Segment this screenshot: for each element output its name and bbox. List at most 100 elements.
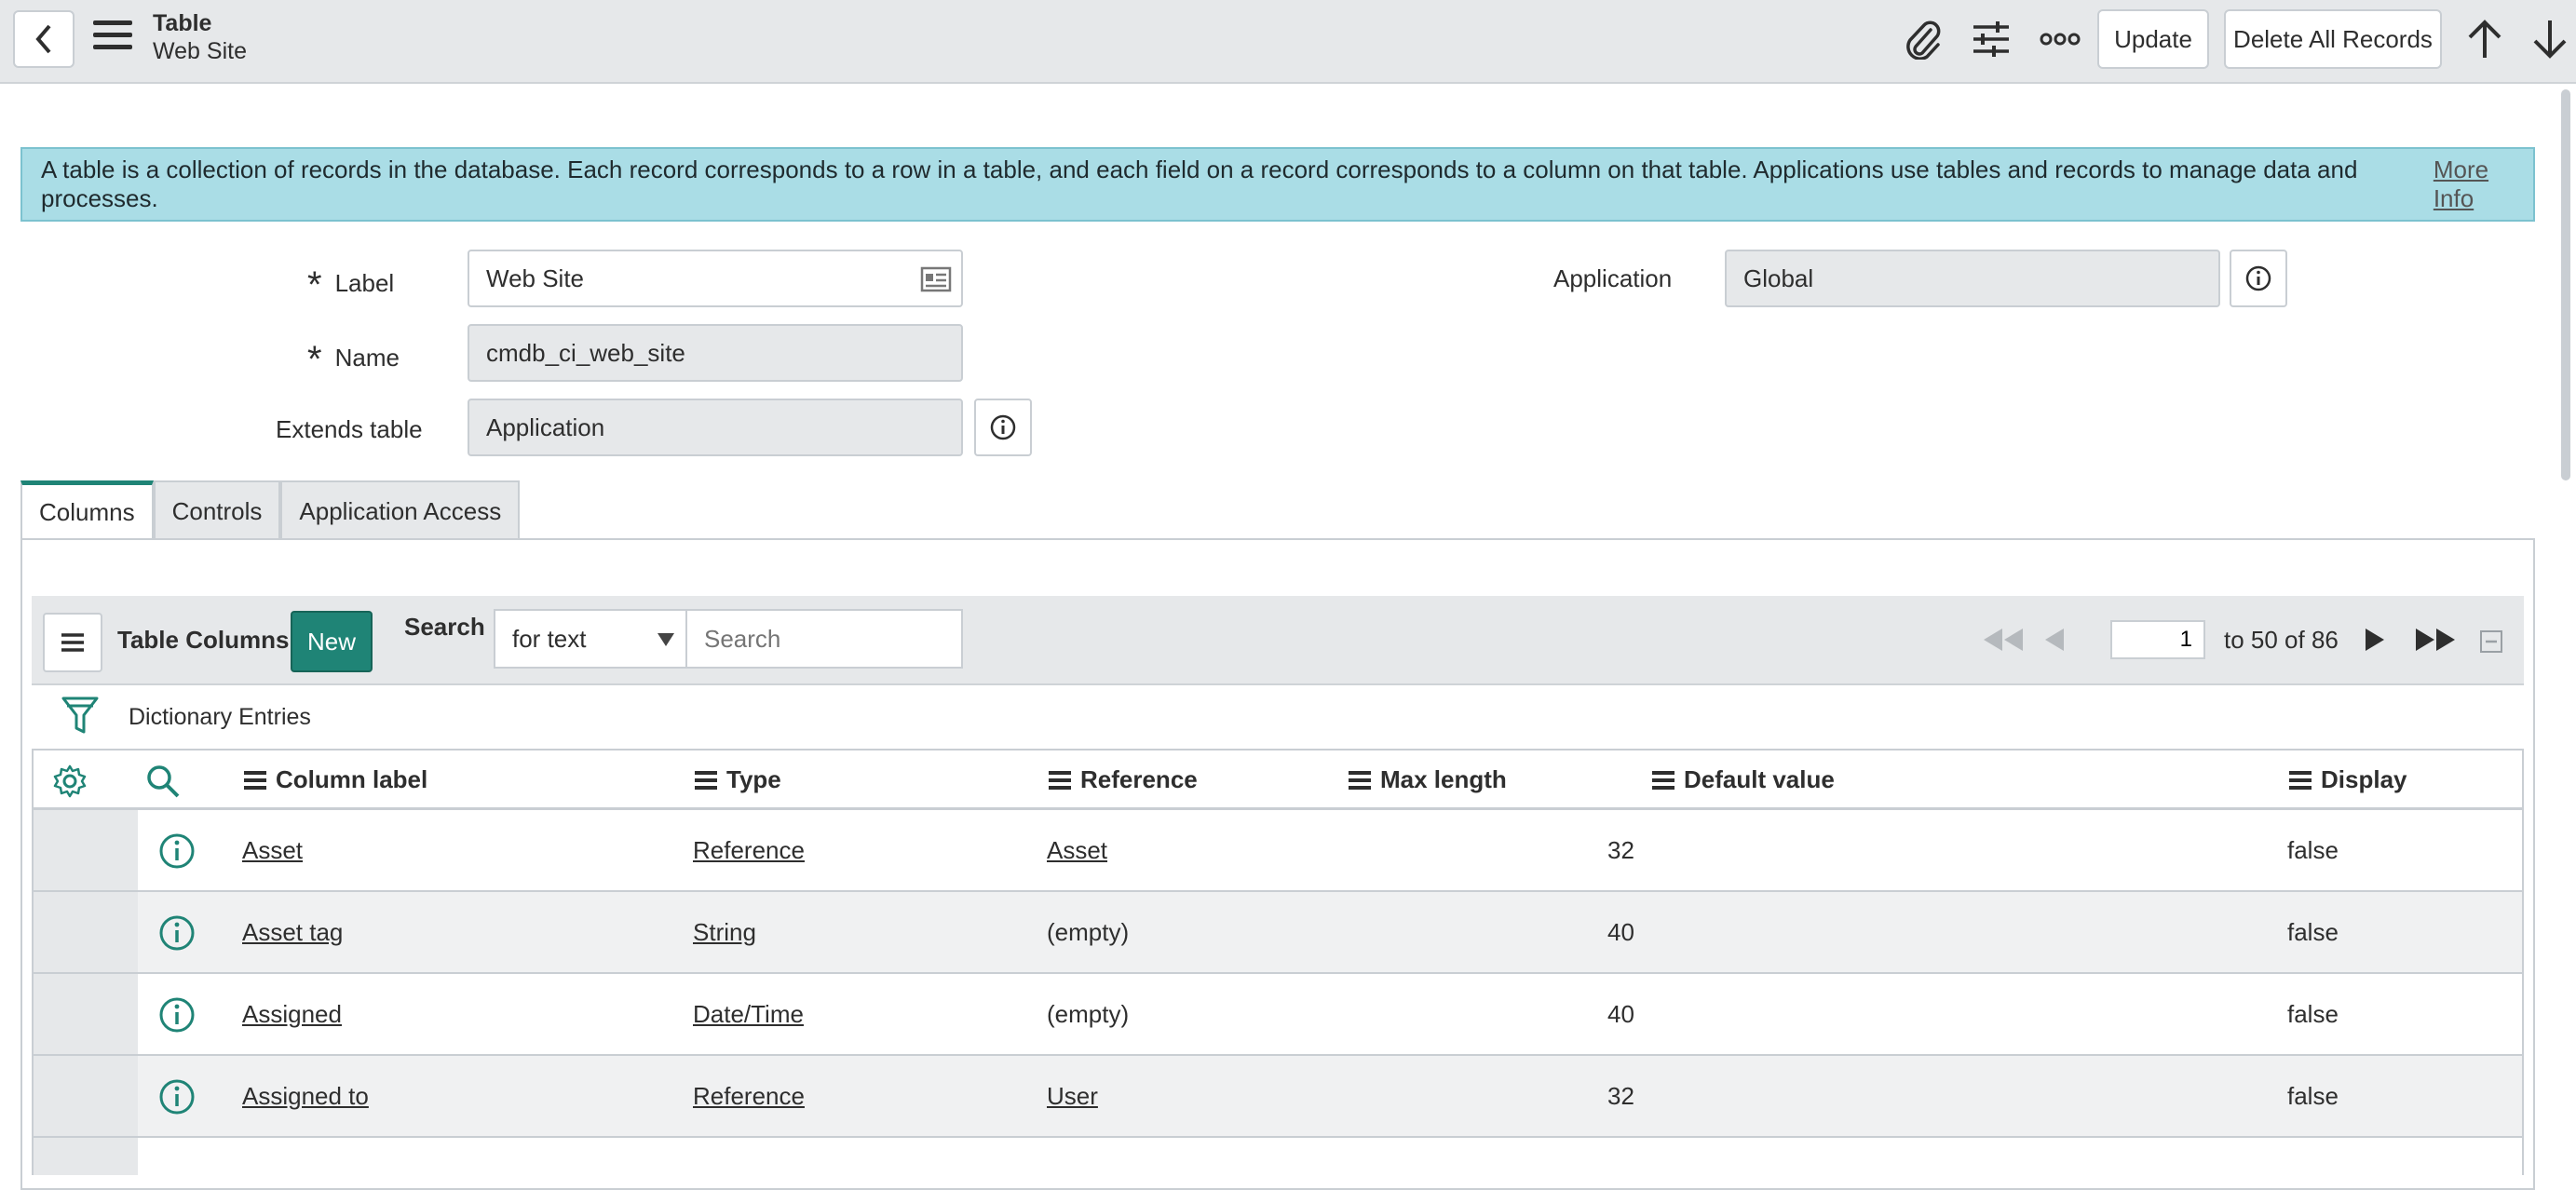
list-title: Table Columns	[117, 626, 290, 654]
search-input[interactable]	[685, 609, 963, 669]
extends-table-info-button[interactable]	[974, 399, 1032, 456]
collapse-icon[interactable]	[2479, 629, 2503, 654]
search-field-select[interactable]: for text	[494, 609, 687, 669]
display-cell: false	[2287, 918, 2339, 946]
column-header-reference[interactable]: Reference	[1049, 765, 1198, 794]
last-page-icon[interactable]	[2412, 626, 2459, 654]
type-link[interactable]: Date/Time	[693, 1000, 804, 1029]
more-info-link[interactable]: More Info	[2434, 156, 2533, 213]
column-label-link[interactable]: Assigned	[242, 1000, 342, 1029]
column-menu-icon	[1049, 767, 1071, 793]
page-scrollbar[interactable]	[2561, 89, 2570, 480]
gear-icon[interactable]	[52, 764, 88, 799]
max-length-cell: 32	[1607, 836, 1634, 864]
list-header: Column label Type Reference Max length D…	[32, 749, 2524, 810]
next-page-icon[interactable]	[2362, 626, 2386, 654]
tab-columns[interactable]: Columns	[20, 480, 154, 540]
breadcrumb-item[interactable]: Dictionary Entries	[129, 704, 311, 731]
table-row[interactable]: Asset Reference Asset 32 false	[32, 810, 2524, 892]
translate-icon[interactable]	[920, 266, 952, 292]
application-label: Application	[1553, 264, 1673, 292]
tab-controls[interactable]: Controls	[153, 480, 281, 540]
max-length-cell: 40	[1607, 918, 1634, 946]
table-row[interactable]	[32, 1138, 2524, 1175]
label-field-label: * Label	[307, 264, 395, 305]
table-row[interactable]: Asset tag String (empty) 40 false	[32, 892, 2524, 974]
type-link[interactable]: Reference	[693, 836, 805, 865]
row-select-cell[interactable]	[34, 974, 138, 1054]
column-header-default-value[interactable]: Default value	[1652, 765, 1835, 794]
table-row[interactable]: Assigned Date/Time (empty) 40 false	[32, 974, 2524, 1056]
list-menu-button[interactable]	[43, 613, 102, 672]
name-field-label: * Name	[307, 339, 400, 380]
reference-cell: (empty)	[1047, 1000, 1130, 1028]
row-select-cell[interactable]	[34, 892, 138, 972]
new-button[interactable]: New	[291, 611, 373, 672]
type-link[interactable]: Reference	[693, 1082, 805, 1111]
arrow-down-icon[interactable]	[2524, 13, 2576, 65]
row-select-cell[interactable]	[34, 1138, 138, 1175]
update-button[interactable]: Update	[2097, 9, 2209, 69]
column-header-max-length[interactable]: Max length	[1349, 765, 1507, 794]
page-title: Table	[153, 10, 212, 36]
reference-cell: (empty)	[1047, 918, 1130, 946]
search-label: Search	[404, 613, 485, 641]
chevron-down-icon	[658, 633, 674, 646]
column-header-display[interactable]: Display	[2289, 765, 2407, 794]
column-label-link[interactable]: Asset	[242, 836, 303, 865]
display-cell: false	[2287, 836, 2339, 864]
display-cell: false	[2287, 1082, 2339, 1110]
type-link[interactable]: String	[693, 918, 756, 947]
row-select-cell[interactable]	[34, 810, 138, 890]
related-list-tabs: Columns Controls Application Access	[20, 480, 521, 540]
required-icon: *	[307, 264, 322, 305]
back-button[interactable]	[13, 10, 75, 68]
info-icon[interactable]	[158, 996, 196, 1034]
column-label-link[interactable]: Asset tag	[242, 918, 343, 947]
info-message-text: A table is a collection of records in th…	[41, 156, 2358, 212]
delete-all-records-button[interactable]: Delete All Records	[2224, 9, 2442, 69]
form-menu-icon[interactable]	[93, 20, 132, 52]
attachment-icon[interactable]	[1896, 13, 1948, 65]
back-icon	[35, 24, 51, 54]
breadcrumb: Dictionary Entries	[32, 687, 2524, 749]
max-length-cell: 40	[1607, 1000, 1634, 1028]
extends-table-input[interactable]: Application	[468, 399, 963, 456]
column-menu-icon	[1349, 767, 1371, 793]
arrow-up-icon[interactable]	[2459, 13, 2511, 65]
reference-link[interactable]: Asset	[1047, 836, 1107, 865]
column-menu-icon	[244, 767, 266, 793]
table-columns-list: Column label Type Reference Max length D…	[32, 749, 2524, 1175]
info-icon[interactable]	[158, 1078, 196, 1116]
info-icon[interactable]	[158, 832, 196, 870]
column-menu-icon	[1652, 767, 1674, 793]
tab-application-access[interactable]: Application Access	[280, 480, 521, 540]
column-label-link[interactable]: Assigned to	[242, 1082, 369, 1111]
extends-table-label: Extends table	[276, 415, 423, 443]
label-input[interactable]: Web Site	[468, 250, 963, 307]
application-input[interactable]: Global	[1725, 250, 2220, 307]
reference-link[interactable]: User	[1047, 1082, 1098, 1111]
first-page-icon[interactable]	[1980, 626, 2027, 654]
display-cell: false	[2287, 1000, 2339, 1028]
required-icon: *	[307, 339, 322, 380]
filter-icon[interactable]	[60, 695, 101, 737]
previous-page-icon[interactable]	[2043, 626, 2068, 654]
name-input[interactable]: cmdb_ci_web_site	[468, 324, 963, 382]
max-length-cell: 32	[1607, 1082, 1634, 1110]
list-toolbar: Table Columns New Search for text to 50 …	[32, 596, 2524, 685]
column-header-label[interactable]: Column label	[244, 765, 427, 794]
search-icon[interactable]	[145, 764, 181, 799]
info-icon[interactable]	[158, 914, 196, 952]
more-icon[interactable]	[2034, 13, 2086, 65]
settings-sliders-icon[interactable]	[1965, 13, 2017, 65]
page-range-text: to 50 of 86	[2224, 626, 2339, 654]
column-header-type[interactable]: Type	[695, 765, 781, 794]
info-icon	[2245, 265, 2271, 291]
application-info-button[interactable]	[2230, 250, 2287, 307]
page-number-input[interactable]	[2110, 620, 2205, 659]
table-row[interactable]: Assigned to Reference User 32 false	[32, 1056, 2524, 1138]
form-title: Table Web Site	[153, 9, 247, 65]
menu-icon	[61, 633, 84, 652]
row-select-cell[interactable]	[34, 1056, 138, 1136]
